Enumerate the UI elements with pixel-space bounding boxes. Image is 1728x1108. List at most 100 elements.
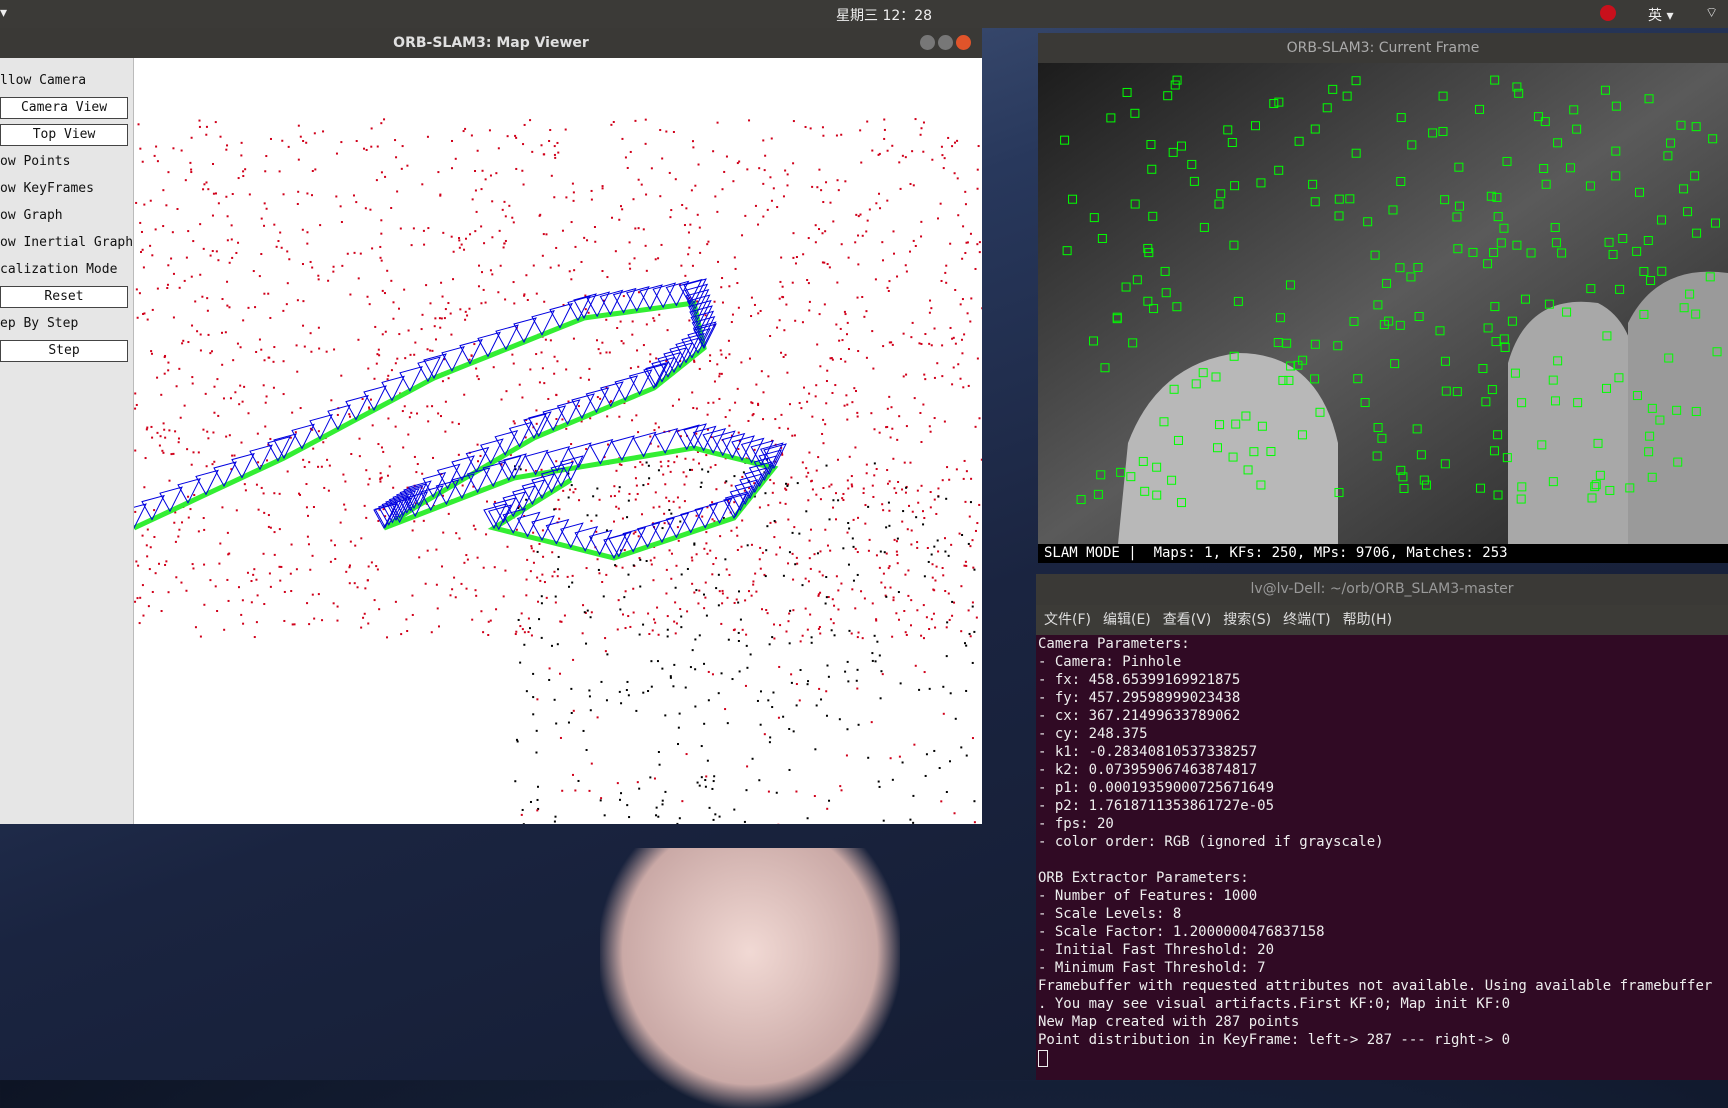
panel-checkbox[interactable]: ow Points: [0, 151, 70, 173]
map-point: [218, 202, 220, 204]
activities-menu[interactable]: ▾: [0, 5, 7, 21]
map-point: [425, 583, 427, 585]
map-point: [300, 136, 302, 138]
map-point: [724, 558, 726, 560]
map-point: [143, 266, 145, 268]
map-point: [719, 816, 721, 818]
terminal-menu-item[interactable]: 帮助(H): [1343, 612, 1392, 628]
map-point: [694, 706, 696, 708]
map-point: [260, 349, 262, 351]
map-point: [643, 344, 645, 346]
map-point: [191, 276, 193, 278]
terminal-line: - fx: 458.65399169921875: [1038, 671, 1728, 689]
map-point: [875, 660, 877, 662]
map-point: [744, 599, 746, 601]
terminal-menu-item[interactable]: 查看(V): [1163, 612, 1212, 628]
map-point: [817, 595, 819, 597]
panel-button[interactable]: Reset: [0, 286, 128, 308]
terminal-menu-item[interactable]: 终端(T): [1283, 612, 1330, 628]
map-point: [822, 261, 824, 263]
map-point: [704, 779, 706, 781]
map-point: [876, 641, 878, 643]
map-point: [217, 259, 219, 261]
map-point: [463, 130, 465, 132]
map-point: [187, 341, 189, 343]
panel-checkbox[interactable]: ow Graph: [0, 205, 63, 227]
close-button[interactable]: [956, 35, 971, 50]
map-point: [754, 449, 756, 451]
map-point: [825, 181, 827, 183]
panel-checkbox[interactable]: ow Inertial Graph: [0, 232, 133, 254]
terminal-menu-item[interactable]: 搜索(S): [1223, 612, 1271, 628]
map-point: [450, 313, 452, 315]
map-point: [255, 351, 257, 353]
map-canvas[interactable]: [134, 58, 982, 824]
map-point: [537, 551, 539, 553]
map-point: [931, 159, 933, 161]
map-point: [396, 190, 398, 192]
map-point: [336, 153, 338, 155]
record-indicator-icon[interactable]: [1600, 5, 1616, 21]
map-point: [364, 587, 366, 589]
terminal-output[interactable]: Camera Parameters:- Camera: Pinhole- fx:…: [1038, 635, 1728, 1067]
map-point: [762, 391, 764, 393]
map-point: [435, 338, 437, 340]
map-point: [665, 131, 667, 133]
map-point: [494, 501, 496, 503]
minimize-button[interactable]: [920, 35, 935, 50]
map-point: [964, 460, 966, 462]
map-point: [287, 282, 289, 284]
map-point: [732, 180, 734, 182]
map-point: [643, 228, 645, 230]
map-point: [751, 544, 753, 546]
map-point: [785, 304, 787, 306]
map-point: [427, 227, 429, 229]
map-point: [725, 480, 727, 482]
map-point: [627, 167, 629, 169]
map-point: [648, 477, 650, 479]
panel-checkbox[interactable]: ow KeyFrames: [0, 178, 94, 200]
map-point: [722, 302, 724, 304]
map-point: [617, 628, 619, 630]
map-point: [976, 243, 978, 245]
panel-checkbox[interactable]: calization Mode: [0, 259, 117, 281]
map-point: [279, 493, 281, 495]
map-point: [279, 232, 281, 234]
clock[interactable]: 星期三 12：28: [836, 5, 932, 25]
network-icon[interactable]: ⌔: [1705, 4, 1718, 22]
map-point: [722, 188, 724, 190]
map-point: [590, 616, 592, 618]
map-point: [845, 394, 847, 396]
panel-checkbox[interactable]: llow Camera: [0, 70, 86, 92]
map-point: [519, 625, 521, 627]
map-point: [164, 373, 166, 375]
input-method-selector[interactable]: 英 ▾: [1648, 5, 1673, 25]
map-point: [645, 143, 647, 145]
terminal-menu-item[interactable]: 文件(F): [1044, 612, 1091, 628]
map-point: [395, 426, 397, 428]
maximize-button[interactable]: [938, 35, 953, 50]
map-point: [714, 464, 716, 466]
map-point: [633, 564, 635, 566]
panel-checkbox[interactable]: ep By Step: [0, 313, 78, 335]
map-point: [569, 270, 571, 272]
map-point: [963, 333, 965, 335]
map-point: [614, 495, 616, 497]
panel-button[interactable]: Camera View: [0, 97, 128, 119]
terminal-menu-item[interactable]: 编辑(E): [1103, 612, 1151, 628]
map-point: [431, 631, 433, 633]
map-point: [211, 350, 213, 352]
map-point: [825, 576, 827, 578]
map-point: [897, 481, 899, 483]
map-point: [276, 246, 278, 248]
map-point: [610, 124, 612, 126]
map-point: [635, 477, 637, 479]
map-point: [711, 573, 713, 575]
panel-button[interactable]: Step: [0, 340, 128, 362]
map-point: [651, 686, 653, 688]
map-point: [585, 448, 587, 450]
panel-button[interactable]: Top View: [0, 124, 128, 146]
map-point: [920, 221, 922, 223]
map-point: [866, 472, 868, 474]
map-point: [689, 224, 691, 226]
